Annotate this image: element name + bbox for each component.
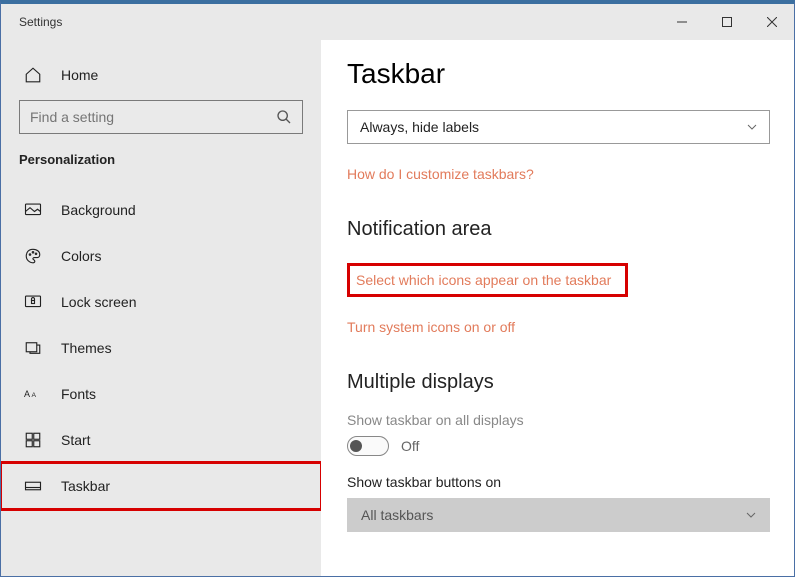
chevron-down-icon <box>747 122 757 132</box>
minimize-button[interactable] <box>659 4 704 40</box>
search-box[interactable] <box>19 100 303 134</box>
close-button[interactable] <box>749 4 794 40</box>
chevron-down-icon <box>746 510 756 520</box>
window-title: Settings <box>1 15 659 29</box>
customize-taskbars-link[interactable]: How do I customize taskbars? <box>347 166 770 182</box>
nav-item-label: Lock screen <box>61 294 136 310</box>
select-icons-link[interactable]: Select which icons appear on the taskbar <box>356 272 611 288</box>
fonts-icon: AA <box>23 384 43 404</box>
main-content: Taskbar Always, hide labels How do I cus… <box>321 40 794 576</box>
nav-item-background[interactable]: Background <box>1 187 321 233</box>
dropdown-value: All taskbars <box>361 507 433 523</box>
toggle-knob <box>350 440 362 452</box>
nav-home-label: Home <box>61 67 98 83</box>
home-icon <box>23 65 43 85</box>
search-input[interactable] <box>30 109 276 125</box>
nav-item-lock-screen[interactable]: Lock screen <box>1 279 321 325</box>
system-icons-link[interactable]: Turn system icons on or off <box>347 319 770 335</box>
show-buttons-dropdown[interactable]: All taskbars <box>347 498 770 532</box>
combine-buttons-dropdown[interactable]: Always, hide labels <box>347 110 770 144</box>
notification-area-title: Notification area <box>347 218 770 241</box>
search-icon <box>276 109 292 125</box>
maximize-button[interactable] <box>704 4 749 40</box>
start-icon <box>23 430 43 450</box>
show-buttons-label: Show taskbar buttons on <box>347 474 770 490</box>
show-taskbar-toggle[interactable] <box>347 436 389 456</box>
nav-item-label: Themes <box>61 340 112 356</box>
background-icon <box>23 200 43 220</box>
nav-item-start[interactable]: Start <box>1 417 321 463</box>
svg-text:A: A <box>24 389 30 399</box>
svg-text:A: A <box>32 392 37 399</box>
show-taskbar-all-label: Show taskbar on all displays <box>347 412 770 428</box>
taskbar-icon <box>23 476 43 496</box>
lock-screen-icon <box>23 292 43 312</box>
page-title: Taskbar <box>347 58 770 90</box>
settings-window: Settings Home <box>0 0 795 577</box>
nav-item-colors[interactable]: Colors <box>1 233 321 279</box>
category-label: Personalization <box>1 152 321 167</box>
nav-home[interactable]: Home <box>1 52 321 98</box>
select-icons-highlight: Select which icons appear on the taskbar <box>347 263 628 297</box>
nav-item-themes[interactable]: Themes <box>1 325 321 371</box>
colors-icon <box>23 246 43 266</box>
toggle-state-label: Off <box>401 438 419 454</box>
titlebar: Settings <box>1 4 794 40</box>
body-area: Home Personalization Background Colo <box>1 40 794 576</box>
show-taskbar-toggle-row: Off <box>347 436 770 456</box>
sidebar: Home Personalization Background Colo <box>1 40 321 576</box>
themes-icon <box>23 338 43 358</box>
nav-item-label: Start <box>61 432 91 448</box>
nav-item-fonts[interactable]: AA Fonts <box>1 371 321 417</box>
nav-item-label: Fonts <box>61 386 96 402</box>
nav-item-label: Taskbar <box>61 478 110 494</box>
dropdown-value: Always, hide labels <box>360 119 479 135</box>
multiple-displays-title: Multiple displays <box>347 371 770 394</box>
nav-item-label: Colors <box>61 248 101 264</box>
nav-item-label: Background <box>61 202 136 218</box>
nav-item-taskbar[interactable]: Taskbar <box>1 463 321 509</box>
window-controls <box>659 4 794 40</box>
